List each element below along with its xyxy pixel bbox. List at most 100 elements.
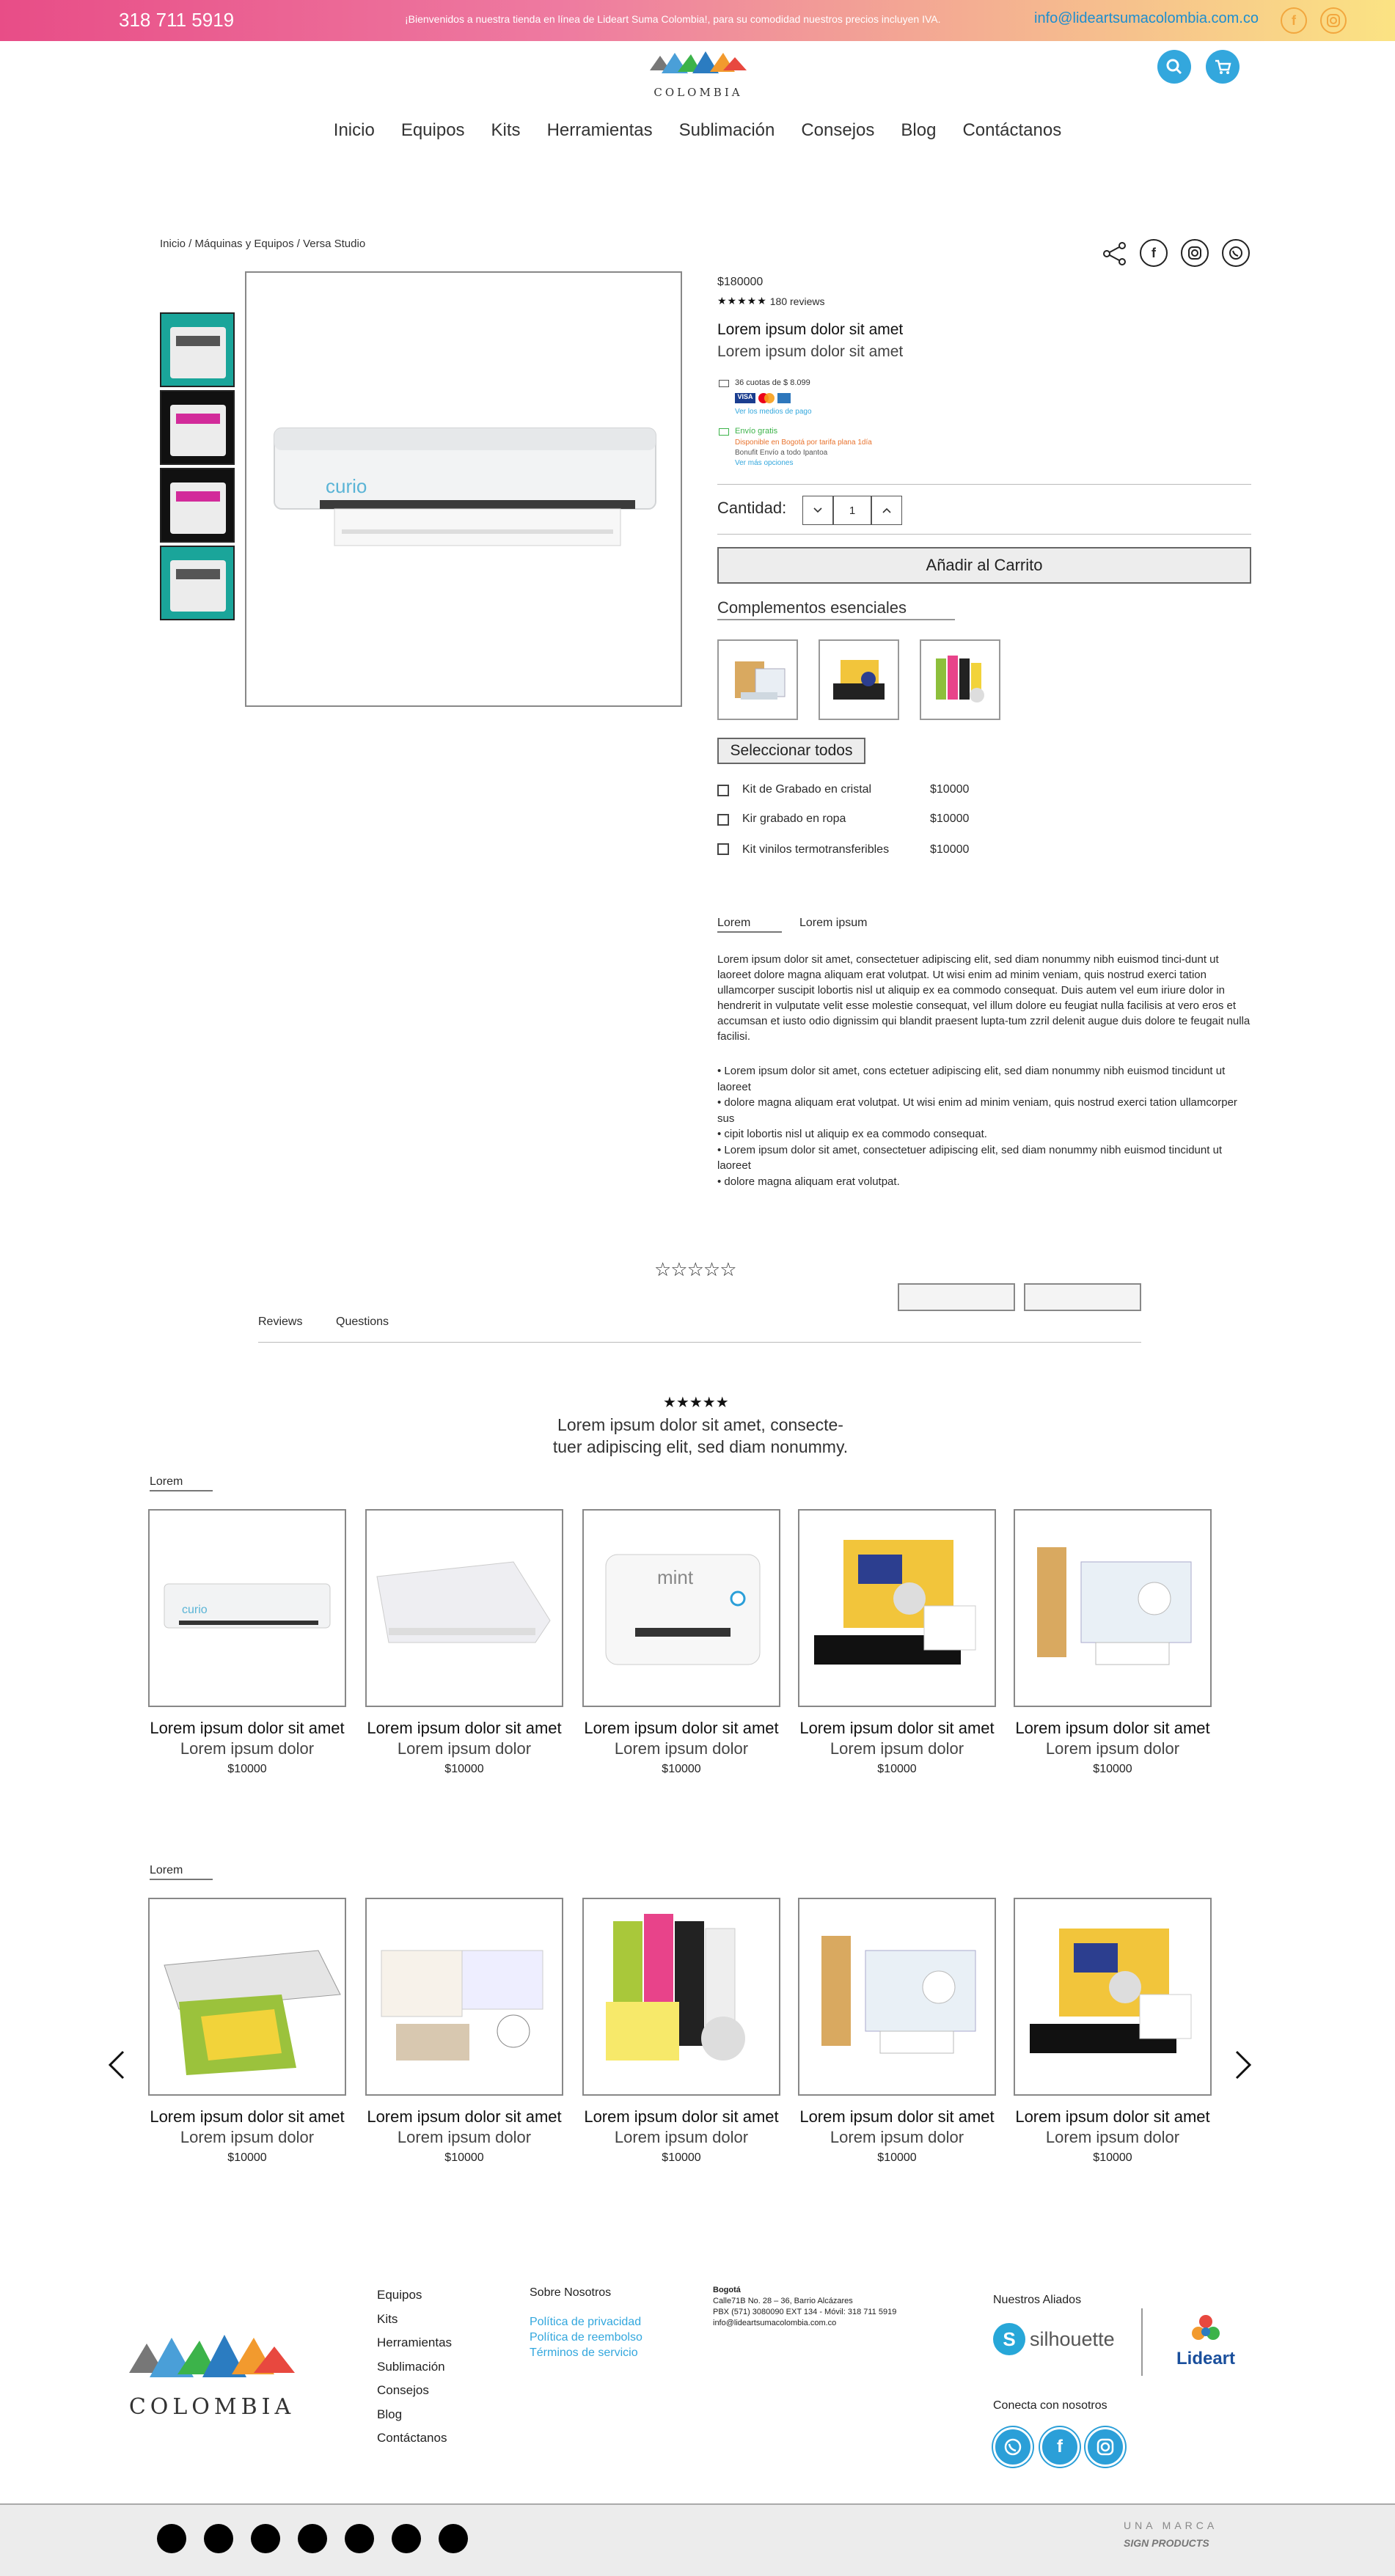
thumbnail-4[interactable]: [160, 546, 235, 620]
bottom-dot-5[interactable]: [345, 2524, 374, 2553]
amex-icon: [777, 393, 791, 403]
share-icon[interactable]: [1102, 241, 1128, 271]
thumbnail-1[interactable]: [160, 312, 235, 387]
email-link[interactable]: info@lideartsumacolombia.com.co: [1034, 10, 1259, 27]
product-card-price: $10000: [877, 2151, 917, 2164]
facebook-share-icon[interactable]: f: [1140, 239, 1168, 267]
nav-sublimacion[interactable]: Sublimación: [666, 120, 788, 141]
instagram-footer-icon[interactable]: [1085, 2427, 1125, 2467]
product-card-image[interactable]: [365, 1898, 563, 2096]
contact-email[interactable]: info@lideartsumacolombia.com.co: [713, 2318, 896, 2329]
product-card-name[interactable]: Lorem ipsum dolor sit amet: [1003, 2107, 1223, 2127]
footer-link-blog[interactable]: Blog: [377, 2403, 452, 2427]
footer-link-sublimacion[interactable]: Sublimación: [377, 2355, 452, 2379]
silhouette-icon: S: [993, 2323, 1025, 2355]
footer-link-herramientas[interactable]: Herramientas: [377, 2331, 452, 2355]
privacy-policy-link[interactable]: Política de privacidad: [530, 2314, 642, 2330]
footer-link-equipos[interactable]: Equipos: [377, 2283, 452, 2308]
addon-checkbox-3[interactable]: [717, 843, 729, 855]
footer-logo[interactable]: COLOMBIA: [125, 2329, 299, 2420]
product-card-name[interactable]: Lorem ipsum dolor sit amet: [571, 1719, 791, 1738]
section-label-2: Lorem: [150, 1864, 213, 1880]
footer-link-contactanos[interactable]: Contáctanos: [377, 2426, 452, 2451]
product-card-image[interactable]: curio: [148, 1509, 346, 1707]
chevron-up-icon: [882, 507, 891, 513]
complement-item-2[interactable]: [819, 639, 899, 720]
svg-text:mint: mint: [657, 1566, 694, 1588]
terms-link[interactable]: Términos de servicio: [530, 2345, 642, 2360]
refund-policy-link[interactable]: Política de reembolso: [530, 2330, 642, 2345]
nav-consejos[interactable]: Consejos: [788, 120, 887, 141]
nav-inicio[interactable]: Inicio: [321, 120, 388, 141]
ask-question-button[interactable]: [1024, 1283, 1141, 1311]
bottom-dot-6[interactable]: [392, 2524, 421, 2553]
product-card-image[interactable]: [148, 1898, 346, 2096]
tab-questions[interactable]: Questions: [336, 1315, 389, 1329]
product-card-image[interactable]: [798, 1509, 996, 1707]
complement-item-3[interactable]: [920, 639, 1000, 720]
whatsapp-share-icon[interactable]: [1222, 239, 1250, 267]
search-button[interactable]: [1157, 50, 1191, 84]
nav-kits[interactable]: Kits: [478, 120, 534, 141]
footer-link-consejos[interactable]: Consejos: [377, 2379, 452, 2403]
product-card-name[interactable]: Lorem ipsum dolor sit amet: [787, 1719, 1007, 1738]
product-card-image[interactable]: [1014, 1898, 1212, 2096]
tab-description[interactable]: Lorem: [717, 917, 782, 933]
bottom-dot-1[interactable]: [157, 2524, 186, 2553]
write-review-button[interactable]: [898, 1283, 1015, 1311]
select-all-button[interactable]: Seleccionar todos: [717, 738, 865, 764]
payment-methods-link[interactable]: Ver los medios de pago: [735, 408, 812, 416]
product-description: Lorem ipsum dolor sit amet, consectetuer…: [717, 953, 1251, 1043]
nav-contactanos[interactable]: Contáctanos: [949, 120, 1074, 141]
product-card-name[interactable]: Lorem ipsum dolor sit amet: [354, 1719, 574, 1738]
tab-details[interactable]: Lorem ipsum: [799, 917, 867, 930]
add-to-cart-button[interactable]: Añadir al Carrito: [717, 547, 1251, 584]
product-card-name[interactable]: Lorem ipsum dolor sit amet: [787, 2107, 1007, 2127]
tab-reviews[interactable]: Reviews: [258, 1315, 302, 1329]
footer-link-kits[interactable]: Kits: [377, 2308, 452, 2332]
facebook-footer-icon[interactable]: f: [1040, 2427, 1080, 2467]
instagram-icon[interactable]: [1320, 7, 1347, 34]
bottom-dot-2[interactable]: [204, 2524, 233, 2553]
facebook-icon[interactable]: f: [1281, 7, 1307, 34]
product-card-name[interactable]: Lorem ipsum dolor sit amet: [137, 2107, 357, 2127]
shipping-more-link[interactable]: Ver más opciones: [735, 459, 794, 467]
nav-herramientas[interactable]: Herramientas: [534, 120, 666, 141]
breadcrumb[interactable]: Inicio / Máquinas y Equipos / Versa Stud…: [160, 238, 365, 250]
product-card-image[interactable]: mint: [582, 1509, 780, 1707]
phone-number[interactable]: 318 711 5919: [119, 9, 234, 32]
bottom-dot-3[interactable]: [251, 2524, 280, 2553]
complement-item-1[interactable]: [717, 639, 798, 720]
product-card-name[interactable]: Lorem ipsum dolor sit amet: [1003, 1719, 1223, 1738]
lideart-logo[interactable]: Lideart: [1175, 2313, 1237, 2369]
quantity-increase-button[interactable]: [871, 496, 902, 525]
rating-input-stars[interactable]: ☆☆☆☆☆: [654, 1258, 737, 1281]
thumbnail-3[interactable]: [160, 468, 235, 543]
product-card-image[interactable]: [798, 1898, 996, 2096]
product-card-name[interactable]: Lorem ipsum dolor sit amet: [137, 1719, 357, 1738]
product-card-image[interactable]: [365, 1509, 563, 1707]
nav-blog[interactable]: Blog: [887, 120, 949, 141]
product-card-name[interactable]: Lorem ipsum dolor sit amet: [354, 2107, 574, 2127]
bottom-dot-4[interactable]: [298, 2524, 327, 2553]
instagram-share-icon[interactable]: [1181, 239, 1209, 267]
sign-products-logo[interactable]: SIGN PRODUCTS: [1124, 2537, 1209, 2549]
site-logo[interactable]: COLOMBIA: [647, 48, 750, 101]
quantity-decrease-button[interactable]: [802, 496, 833, 525]
product-card-image[interactable]: [1014, 1509, 1212, 1707]
whatsapp-icon[interactable]: [993, 2427, 1033, 2467]
thumbnail-2[interactable]: [160, 390, 235, 465]
carousel-next-button[interactable]: [1232, 2049, 1254, 2085]
main-product-image[interactable]: curio: [245, 271, 682, 707]
quantity-input[interactable]: 1: [833, 496, 871, 525]
rating-row[interactable]: ★★★★★ 180 reviews: [717, 295, 824, 307]
product-card-name[interactable]: Lorem ipsum dolor sit amet: [571, 2107, 791, 2127]
product-card-image[interactable]: [582, 1898, 780, 2096]
silhouette-logo[interactable]: S silhouette: [993, 2323, 1115, 2355]
nav-equipos[interactable]: Equipos: [388, 120, 478, 141]
addon-checkbox-1[interactable]: [717, 785, 729, 796]
carousel-prev-button[interactable]: [106, 2049, 128, 2085]
bottom-dot-7[interactable]: [439, 2524, 468, 2553]
addon-checkbox-2[interactable]: [717, 814, 729, 826]
cart-button[interactable]: [1206, 50, 1240, 84]
